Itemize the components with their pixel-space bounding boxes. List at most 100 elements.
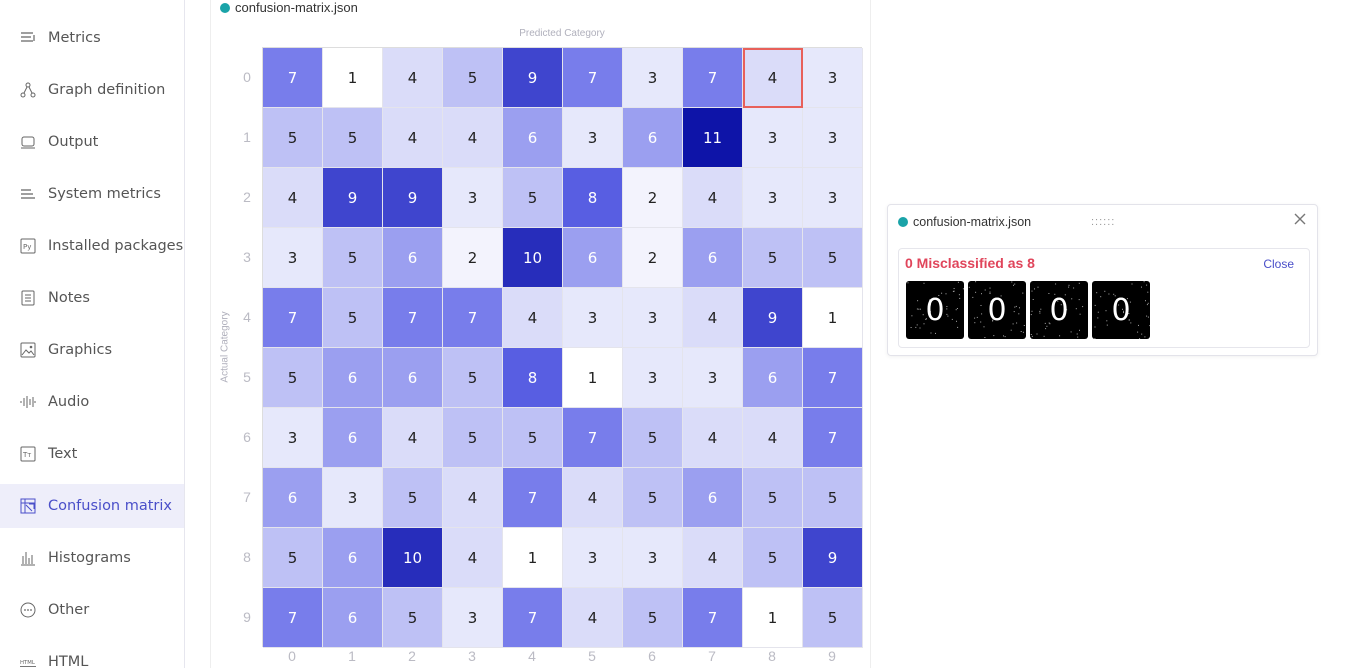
matrix-cell[interactable]: 5: [383, 588, 443, 648]
matrix-cell[interactable]: 3: [443, 168, 503, 228]
matrix-cell[interactable]: 7: [803, 408, 863, 468]
matrix-cell[interactable]: 1: [803, 288, 863, 348]
matrix-cell[interactable]: 3: [563, 288, 623, 348]
matrix-cell[interactable]: 5: [263, 348, 323, 408]
matrix-cell[interactable]: 6: [563, 228, 623, 288]
sidebar-item-graphics[interactable]: Graphics: [0, 328, 184, 372]
matrix-cell[interactable]: 10: [503, 228, 563, 288]
matrix-cell[interactable]: 2: [623, 228, 683, 288]
matrix-cell[interactable]: 9: [743, 288, 803, 348]
matrix-cell[interactable]: 5: [743, 228, 803, 288]
matrix-cell[interactable]: 1: [323, 48, 383, 108]
matrix-cell[interactable]: 7: [443, 288, 503, 348]
matrix-cell[interactable]: 7: [503, 588, 563, 648]
matrix-cell[interactable]: 3: [623, 528, 683, 588]
matrix-cell[interactable]: 9: [383, 168, 443, 228]
matrix-cell[interactable]: 3: [563, 528, 623, 588]
sidebar-item-output[interactable]: Output: [0, 120, 184, 164]
matrix-cell[interactable]: 3: [743, 168, 803, 228]
matrix-cell[interactable]: 5: [323, 288, 383, 348]
matrix-cell[interactable]: 3: [803, 168, 863, 228]
matrix-cell[interactable]: 1: [563, 348, 623, 408]
matrix-cell[interactable]: 9: [503, 48, 563, 108]
matrix-cell[interactable]: 7: [503, 468, 563, 528]
matrix-cell[interactable]: 5: [623, 468, 683, 528]
misclassified-image[interactable]: 0: [968, 281, 1026, 339]
matrix-cell[interactable]: 4: [443, 468, 503, 528]
matrix-cell[interactable]: 2: [443, 228, 503, 288]
matrix-cell[interactable]: 5: [503, 408, 563, 468]
matrix-cell[interactable]: 5: [443, 408, 503, 468]
matrix-cell[interactable]: 4: [383, 108, 443, 168]
matrix-cell[interactable]: 6: [323, 348, 383, 408]
matrix-cell[interactable]: 6: [683, 468, 743, 528]
matrix-cell[interactable]: 7: [263, 48, 323, 108]
matrix-cell[interactable]: 8: [563, 168, 623, 228]
matrix-cell[interactable]: 5: [803, 588, 863, 648]
drag-handle-icon[interactable]: ::::::: [1091, 216, 1115, 228]
sidebar-item-metrics[interactable]: Metrics: [0, 16, 184, 60]
matrix-cell[interactable]: 3: [263, 408, 323, 468]
matrix-cell[interactable]: 7: [563, 408, 623, 468]
matrix-cell[interactable]: 4: [683, 288, 743, 348]
matrix-cell[interactable]: 5: [803, 468, 863, 528]
matrix-cell[interactable]: 3: [743, 108, 803, 168]
matrix-cell[interactable]: 5: [803, 228, 863, 288]
matrix-cell[interactable]: 6: [263, 468, 323, 528]
matrix-cell[interactable]: 2: [623, 168, 683, 228]
matrix-cell[interactable]: 4: [683, 408, 743, 468]
matrix-cell[interactable]: 6: [503, 108, 563, 168]
sidebar-item-system-metrics[interactable]: System metrics: [0, 172, 184, 216]
popup-close-icon[interactable]: [1293, 213, 1307, 229]
matrix-cell[interactable]: 5: [323, 108, 383, 168]
matrix-cell[interactable]: 4: [743, 408, 803, 468]
matrix-cell[interactable]: 5: [263, 108, 323, 168]
matrix-cell[interactable]: 5: [623, 588, 683, 648]
matrix-cell[interactable]: 9: [803, 528, 863, 588]
sidebar-item-notes[interactable]: Notes: [0, 276, 184, 320]
matrix-cell[interactable]: 4: [683, 168, 743, 228]
sidebar-item-audio[interactable]: Audio: [0, 380, 184, 424]
matrix-cell[interactable]: 5: [383, 468, 443, 528]
matrix-cell[interactable]: 6: [323, 588, 383, 648]
matrix-cell[interactable]: 8: [503, 348, 563, 408]
sidebar-item-text[interactable]: Tт Text: [0, 432, 184, 476]
sidebar-item-graph-definition[interactable]: Graph definition: [0, 68, 184, 112]
matrix-cell[interactable]: 6: [323, 528, 383, 588]
matrix-cell[interactable]: 5: [443, 348, 503, 408]
matrix-cell[interactable]: 4: [743, 48, 803, 108]
matrix-cell[interactable]: 5: [263, 528, 323, 588]
matrix-cell[interactable]: 7: [383, 288, 443, 348]
matrix-cell[interactable]: 4: [563, 588, 623, 648]
matrix-cell[interactable]: 5: [323, 228, 383, 288]
sidebar-item-installed-packages[interactable]: Py Installed packages: [0, 224, 184, 268]
matrix-cell[interactable]: 6: [383, 228, 443, 288]
matrix-cell[interactable]: 4: [263, 168, 323, 228]
matrix-cell[interactable]: 3: [323, 468, 383, 528]
sidebar-item-other[interactable]: Other: [0, 588, 184, 632]
matrix-cell[interactable]: 1: [503, 528, 563, 588]
matrix-cell[interactable]: 7: [683, 48, 743, 108]
matrix-cell[interactable]: 4: [563, 468, 623, 528]
matrix-cell[interactable]: 7: [683, 588, 743, 648]
matrix-cell[interactable]: 4: [443, 108, 503, 168]
sidebar-item-html[interactable]: HTML HTML: [0, 640, 184, 668]
sidebar-item-confusion-matrix[interactable]: Confusion matrix: [0, 484, 184, 528]
matrix-cell[interactable]: 3: [623, 48, 683, 108]
misclassified-image[interactable]: 0: [1030, 281, 1088, 339]
matrix-cell[interactable]: 6: [323, 408, 383, 468]
matrix-cell[interactable]: 4: [683, 528, 743, 588]
matrix-cell[interactable]: 7: [263, 288, 323, 348]
matrix-cell[interactable]: 5: [443, 48, 503, 108]
matrix-cell[interactable]: 11: [683, 108, 743, 168]
matrix-cell[interactable]: 3: [803, 108, 863, 168]
matrix-cell[interactable]: 3: [263, 228, 323, 288]
matrix-cell[interactable]: 3: [803, 48, 863, 108]
matrix-cell[interactable]: 5: [623, 408, 683, 468]
matrix-cell[interactable]: 6: [383, 348, 443, 408]
matrix-cell[interactable]: 4: [383, 48, 443, 108]
close-button[interactable]: Close: [1263, 257, 1294, 271]
matrix-cell[interactable]: 7: [563, 48, 623, 108]
matrix-cell[interactable]: 5: [503, 168, 563, 228]
matrix-cell[interactable]: 5: [743, 468, 803, 528]
